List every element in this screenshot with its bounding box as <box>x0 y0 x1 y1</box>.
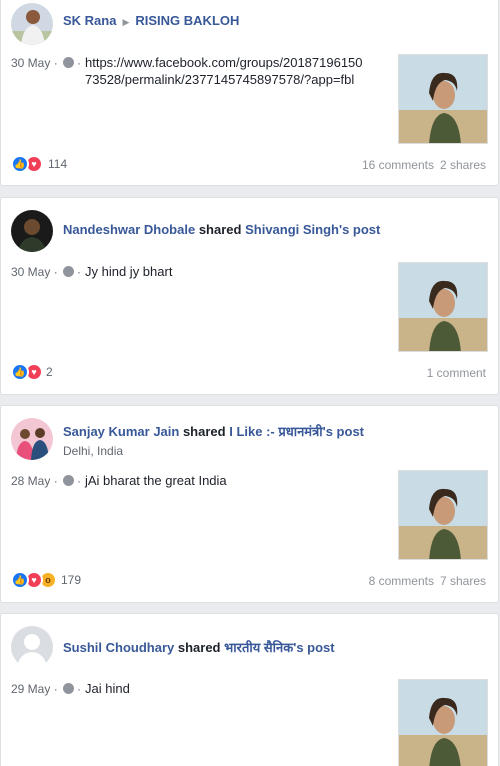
author-name[interactable]: Sanjay Kumar Jain <box>63 424 179 439</box>
shared-from-link[interactable]: I Like :- प्रधानमंत्री's post <box>229 424 364 439</box>
shared-from-link[interactable]: Shivangi Singh's post <box>245 222 380 237</box>
author-name[interactable]: Nandeshwar Dhobale <box>63 222 195 237</box>
post-stats: 16 comments 2 shares <box>362 158 486 172</box>
post-stats: 8 comments 7 shares <box>369 574 486 588</box>
post-card: Sushil Choudhary shared भारतीय सैनिक's p… <box>0 613 499 766</box>
reaction-summary[interactable]: 👍 ♥ 2 <box>11 363 53 381</box>
post-card: SK Rana ▶ RISING BAKLOH 30 May · · https:/… <box>0 0 499 186</box>
post-header: SK Rana ▶ RISING BAKLOH <box>63 13 239 28</box>
reaction-summary[interactable]: 👍 ♥ o 179 <box>11 571 81 589</box>
post-date[interactable]: 28 May <box>11 474 50 488</box>
globe-icon <box>63 266 75 277</box>
reaction-count: 2 <box>46 365 53 379</box>
triangle-right-icon: ▶ <box>122 17 130 27</box>
post-meta: 29 May · · <box>11 682 82 696</box>
shares-link[interactable]: 7 shares <box>440 574 486 588</box>
post-card: Nandeshwar Dhobale shared Shivangi Singh… <box>0 197 499 395</box>
globe-icon <box>63 683 75 694</box>
post-meta: 28 May · · <box>11 474 82 488</box>
shares-link[interactable]: 2 shares <box>440 158 486 172</box>
globe-icon <box>63 57 75 68</box>
avatar[interactable] <box>11 626 53 668</box>
group-name[interactable]: RISING BAKLOH <box>135 13 239 28</box>
post-link-line[interactable]: https://www.facebook.com/groups/20187196… <box>85 54 363 71</box>
comments-link[interactable]: 8 comments <box>369 574 434 588</box>
post-date[interactable]: 29 May <box>11 682 50 696</box>
post-text: Jy hind jy bhart <box>85 264 173 279</box>
post-thumbnail[interactable] <box>398 470 488 560</box>
location[interactable]: Delhi, India <box>63 444 123 458</box>
like-icon: 👍 <box>11 363 29 381</box>
reaction-summary[interactable]: 👍 ♥ 114 <box>11 155 67 173</box>
post-date[interactable]: 30 May <box>11 265 50 279</box>
like-icon: 👍 <box>11 571 29 589</box>
author-name[interactable]: Sushil Choudhary <box>63 640 174 655</box>
post-date[interactable]: 30 May <box>11 56 50 70</box>
globe-icon <box>63 475 75 486</box>
reaction-count: 114 <box>48 157 68 171</box>
comments-link[interactable]: 16 comments <box>362 158 434 172</box>
post-header: Sushil Choudhary shared भारतीय सैनिक's p… <box>63 638 335 656</box>
post-card: Sanjay Kumar Jain shared I Like :- प्रधा… <box>0 405 499 603</box>
post-thumbnail[interactable] <box>398 679 488 766</box>
avatar[interactable] <box>11 418 53 460</box>
post-text: https://www.facebook.com/groups/20187196… <box>85 54 363 88</box>
avatar[interactable] <box>11 210 53 252</box>
shared-verb: shared <box>177 640 221 655</box>
shared-from-link[interactable]: भारतीय सैनिक's post <box>224 640 334 655</box>
shared-verb: shared <box>182 424 226 439</box>
avatar[interactable] <box>11 3 53 45</box>
post-meta: 30 May · · <box>11 265 82 279</box>
post-link-line[interactable]: 73528/permalink/2377145745897578/?app=fb… <box>85 71 363 88</box>
comments-link[interactable]: 1 comment <box>427 366 486 380</box>
news-feed: SK Rana ▶ RISING BAKLOH 30 May · · https:/… <box>0 0 500 766</box>
post-text: jAi bharat the great India <box>85 473 227 488</box>
post-thumbnail[interactable] <box>398 262 488 352</box>
post-text: Jai hind <box>85 681 130 696</box>
post-thumbnail[interactable] <box>398 54 488 144</box>
author-name[interactable]: SK Rana <box>63 13 116 28</box>
reaction-count: 179 <box>61 573 82 587</box>
shared-verb: shared <box>198 222 242 237</box>
post-meta: 30 May · · <box>11 56 82 70</box>
post-header: Sanjay Kumar Jain shared I Like :- प्रधा… <box>63 422 364 440</box>
like-icon: 👍 <box>11 155 29 173</box>
post-header: Nandeshwar Dhobale shared Shivangi Singh… <box>63 222 380 237</box>
post-stats: 1 comment <box>427 366 486 380</box>
